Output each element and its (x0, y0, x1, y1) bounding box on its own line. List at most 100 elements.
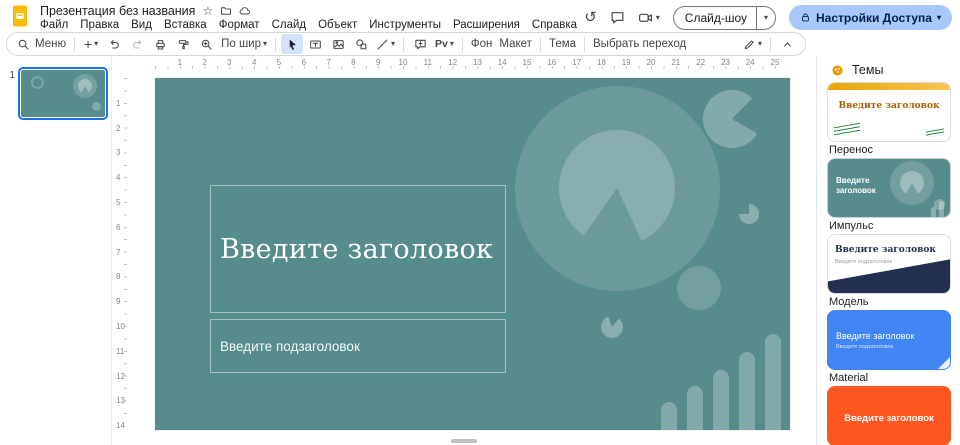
theme-preview[interactable]: Введите заголовок (827, 158, 951, 218)
star-icon[interactable]: ☆ (202, 5, 213, 17)
slideshow-caret-icon[interactable]: ▾ (757, 14, 775, 22)
select-tool-button[interactable] (281, 34, 303, 54)
meet-caret-icon[interactable]: ▾ (656, 14, 660, 22)
move-folder-icon[interactable] (220, 5, 232, 17)
transition-button[interactable]: Выбрать переход (590, 34, 689, 54)
share-label: Настройки Доступа (816, 11, 932, 25)
theme-decoration (931, 207, 936, 217)
chevron-up-icon (781, 38, 794, 51)
subtitle-placeholder-text: Введите подзаголовок (220, 339, 360, 354)
ruler-number: 3 (227, 58, 231, 67)
theme-card-impuls[interactable]: Введите заголовок Импульс (827, 158, 960, 232)
redo-button[interactable] (126, 34, 148, 54)
fit-zoom-select[interactable]: По шир▾ (218, 34, 270, 54)
zoom-button[interactable] (195, 34, 217, 54)
title-placeholder[interactable]: Введите заголовок (210, 185, 506, 313)
themes-panel-title: Темы (852, 63, 883, 77)
menu-view[interactable]: Вид (125, 18, 158, 33)
print-button[interactable] (149, 34, 171, 54)
insert-comment-button[interactable] (409, 34, 431, 54)
menu-file[interactable]: Файл (34, 18, 74, 33)
slideshow-button[interactable]: Слайд-шоу ▾ (673, 6, 776, 30)
text-box-button[interactable] (304, 34, 326, 54)
slide-thumbnail-row[interactable]: 1 (0, 70, 111, 117)
background-button[interactable]: Фон (468, 34, 496, 54)
ruler-number: 21 (671, 58, 680, 67)
menu-slide[interactable]: Слайд (266, 18, 313, 33)
insert-line-button[interactable]: ▾ (373, 34, 398, 54)
thumb-decoration-ring (31, 76, 44, 89)
undo-button[interactable] (103, 34, 125, 54)
ruler-number: 2 (116, 124, 120, 133)
decoration-top-right-pie (703, 90, 761, 148)
slides-logo[interactable] (8, 4, 32, 28)
decoration-bar-chart (661, 334, 781, 430)
toolbar-divider (275, 37, 276, 52)
collapse-toolbar-button[interactable] (776, 34, 798, 54)
menu-edit[interactable]: Правка (74, 18, 125, 33)
share-button[interactable]: Настройки Доступа ▾ (789, 5, 952, 30)
theme-card-perenos[interactable]: Введите заголовок Перенос (827, 82, 960, 156)
toolbar-menu-search[interactable]: Меню (14, 38, 69, 51)
subtitle-placeholder[interactable]: Введите подзаголовок (210, 319, 506, 373)
layout-button[interactable]: Макет (496, 34, 535, 54)
redo-icon (131, 38, 144, 51)
fit-zoom-label: По шир (221, 38, 261, 50)
ruler-number: 12 (116, 372, 125, 381)
theme-card-material[interactable]: Введите заголовок Введите подзаголовок M… (827, 310, 960, 384)
horizontal-scrollbar[interactable] (451, 439, 477, 443)
pen-mode-button[interactable]: ▾ (740, 34, 765, 54)
slide-canvas[interactable]: Введите заголовок Введите подзаголовок (155, 78, 790, 430)
ruler-number: 7 (326, 58, 330, 67)
theme-preview[interactable]: Введите заголовок (827, 386, 951, 445)
document-title[interactable]: Презентация без названия (40, 4, 195, 18)
search-icon (17, 38, 30, 51)
menu-format[interactable]: Формат (213, 18, 266, 33)
toolbar-left-group: Меню +▾ По шир▾ ▾ Pv▾ Фон Макет Тема (14, 34, 689, 54)
ruler-number: 18 (597, 58, 606, 67)
title-area: Презентация без названия ☆ Файл Правка В… (40, 3, 583, 33)
toolbar-divider (540, 37, 541, 52)
theme-card-orange[interactable]: Введите заголовок (827, 386, 960, 445)
paint-format-button[interactable] (172, 34, 194, 54)
theme-button[interactable]: Тема (546, 34, 579, 54)
theme-preview[interactable]: Введите заголовок (827, 82, 951, 142)
version-history-icon[interactable]: ↺ (584, 10, 597, 25)
top-right-controls: ↺ ▾ Слайд-шоу ▾ Настройки Доступа ▾ (584, 5, 952, 30)
menu-extensions[interactable]: Расширения (447, 18, 526, 33)
title-placeholder-text: Введите заголовок (220, 234, 493, 265)
theme-preview[interactable]: Введите заголовок Введите подзаголовок (827, 234, 951, 294)
toolbar-menu-label: Меню (35, 38, 66, 50)
new-slide-button[interactable]: +▾ (80, 34, 102, 54)
insert-shape-button[interactable] (350, 34, 372, 54)
menu-help[interactable]: Справка (526, 18, 583, 33)
zoom-icon (200, 38, 213, 51)
pen-input-tool[interactable]: Pv▾ (432, 34, 457, 54)
decoration-bar (739, 352, 755, 430)
cloud-status-icon[interactable] (239, 5, 251, 17)
theme-decoration (900, 171, 924, 195)
theme-decoration (828, 83, 950, 90)
top-bar: Презентация без названия ☆ Файл Правка В… (0, 0, 960, 30)
menu-tools[interactable]: Инструменты (363, 18, 447, 33)
slideshow-label: Слайд-шоу (674, 11, 756, 25)
meet-button[interactable]: ▾ (638, 10, 660, 25)
pen-input-label: Pv (435, 38, 448, 50)
comments-icon[interactable] (610, 10, 625, 25)
toolbar-right-group: ▾ (740, 34, 798, 54)
slide-thumbnail[interactable] (21, 70, 105, 117)
theme-preview-title: Введите заголовок (836, 176, 884, 196)
theme-decoration (938, 357, 950, 369)
menu-insert[interactable]: Вставка (158, 18, 213, 33)
ruler-number: 8 (116, 272, 120, 281)
ruler-number: 11 (116, 347, 124, 356)
toolbar-divider (770, 37, 771, 52)
menu-object[interactable]: Объект (312, 18, 363, 33)
toolbar-divider (74, 37, 75, 52)
theme-preview-title: Введите заголовок (835, 245, 936, 255)
ruler-number: 13 (473, 58, 482, 67)
theme-preview[interactable]: Введите заголовок Введите подзаголовок (827, 310, 951, 370)
insert-image-button[interactable] (327, 34, 349, 54)
theme-card-model[interactable]: Введите заголовок Введите подзаголовок М… (827, 234, 960, 308)
toolbar-row: Меню +▾ По шир▾ ▾ Pv▾ Фон Макет Тема (0, 30, 960, 56)
